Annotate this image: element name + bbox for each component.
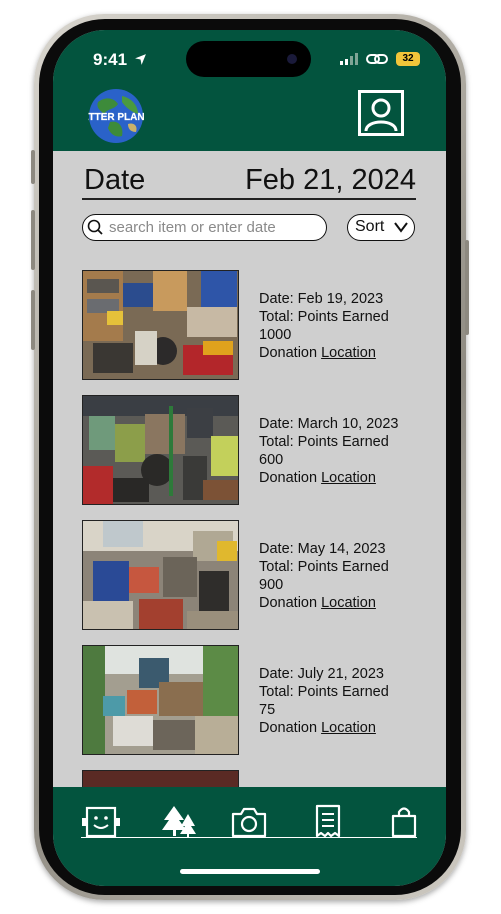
volume-down-button	[31, 290, 35, 350]
date-value[interactable]: Feb 21, 2024	[245, 164, 416, 197]
donation-photo[interactable]	[82, 395, 239, 505]
link-icon	[366, 54, 388, 64]
donation-label: Donation	[259, 720, 318, 736]
tab-receipts[interactable]	[308, 804, 348, 840]
points-value: 600	[259, 452, 284, 468]
points-value: 75	[259, 702, 276, 718]
donation-location-line: Donation Location	[259, 469, 419, 487]
donation-date: Date: July 21, 2023	[259, 666, 384, 682]
tab-divider	[81, 837, 417, 838]
date-label: Date	[84, 164, 146, 196]
donation-info: Date: March 10, 2023 Total: Points Earne…	[259, 415, 419, 487]
sort-button[interactable]: Sort	[347, 214, 415, 241]
points-value: 1000	[259, 327, 292, 343]
status-time: 9:41	[93, 50, 147, 70]
robot-face-icon	[82, 806, 120, 838]
dynamic-island	[186, 41, 311, 77]
shopping-bag-icon	[391, 807, 417, 838]
points-label: Total: Points Earned	[259, 309, 389, 325]
app-header: 9:41 32 TTER PLAN	[53, 30, 446, 151]
donation-item[interactable]: Date: May 14, 2023 Total: Points Earned …	[82, 520, 412, 630]
donation-photo[interactable]	[82, 645, 239, 755]
tab-bar	[53, 787, 446, 886]
donation-info: Date: Feb 19, 2023 Total: Points Earned …	[259, 290, 419, 362]
tab-camera[interactable]	[229, 804, 269, 840]
donation-location-line: Donation Location	[259, 719, 419, 737]
donation-item[interactable]: Date: July 21, 2023 Total: Points Earned…	[82, 645, 412, 755]
tab-trees[interactable]	[158, 804, 198, 840]
trees-icon	[162, 806, 196, 838]
donation-label: Donation	[259, 470, 318, 486]
location-link[interactable]: Location	[321, 720, 376, 736]
tab-robot[interactable]	[81, 804, 121, 840]
donation-date: Date: March 10, 2023	[259, 416, 399, 432]
date-row: Date Feb 21, 2024	[82, 162, 416, 200]
profile-button[interactable]	[358, 90, 404, 136]
donation-item[interactable]: Date: Feb 19, 2023 Total: Points Earned …	[82, 270, 412, 380]
donation-label: Donation	[259, 345, 318, 361]
donation-info: Date: July 21, 2023 Total: Points Earned…	[259, 665, 419, 737]
donation-location-line: Donation Location	[259, 594, 419, 612]
donation-info: Date: May 14, 2023 Total: Points Earned …	[259, 540, 419, 612]
app-screen: 9:41 32 TTER PLAN Date Feb 21, 2024 sear…	[53, 30, 446, 886]
svg-text:BETTER PLANET: BETTER PLANET	[88, 112, 144, 123]
status-icons: 32	[340, 52, 420, 66]
camera-icon	[231, 807, 267, 838]
points-value: 900	[259, 577, 284, 593]
sort-label: Sort	[355, 218, 385, 235]
points-label: Total: Points Earned	[259, 684, 389, 700]
donation-photo[interactable]	[82, 270, 239, 380]
signal-icon	[340, 53, 358, 65]
donation-location-line: Donation Location	[259, 344, 419, 362]
points-label: Total: Points Earned	[259, 434, 389, 450]
donation-date: Date: May 14, 2023	[259, 541, 386, 557]
donation-photo[interactable]	[82, 520, 239, 630]
volume-up-button	[31, 210, 35, 270]
search-input[interactable]	[109, 217, 319, 237]
home-indicator[interactable]	[180, 869, 320, 874]
receipt-icon	[315, 804, 341, 838]
location-arrow-icon	[134, 54, 146, 65]
front-camera	[287, 54, 297, 64]
location-link[interactable]: Location	[321, 595, 376, 611]
search-box[interactable]	[82, 214, 327, 241]
location-link[interactable]: Location	[321, 470, 376, 486]
points-label: Total: Points Earned	[259, 559, 389, 575]
chevron-down-icon	[394, 222, 408, 233]
donation-item[interactable]: Date: March 10, 2023 Total: Points Earne…	[82, 395, 412, 505]
user-profile-icon	[364, 98, 398, 132]
donation-label: Donation	[259, 595, 318, 611]
tab-shop[interactable]	[384, 804, 424, 840]
better-planet-logo[interactable]: BETTER PLANET	[75, 88, 157, 144]
battery-indicator: 32	[396, 52, 420, 66]
action-button	[31, 150, 35, 184]
donation-date: Date: Feb 19, 2023	[259, 291, 384, 307]
power-button	[465, 240, 469, 335]
search-icon	[87, 219, 103, 235]
location-link[interactable]: Location	[321, 345, 376, 361]
